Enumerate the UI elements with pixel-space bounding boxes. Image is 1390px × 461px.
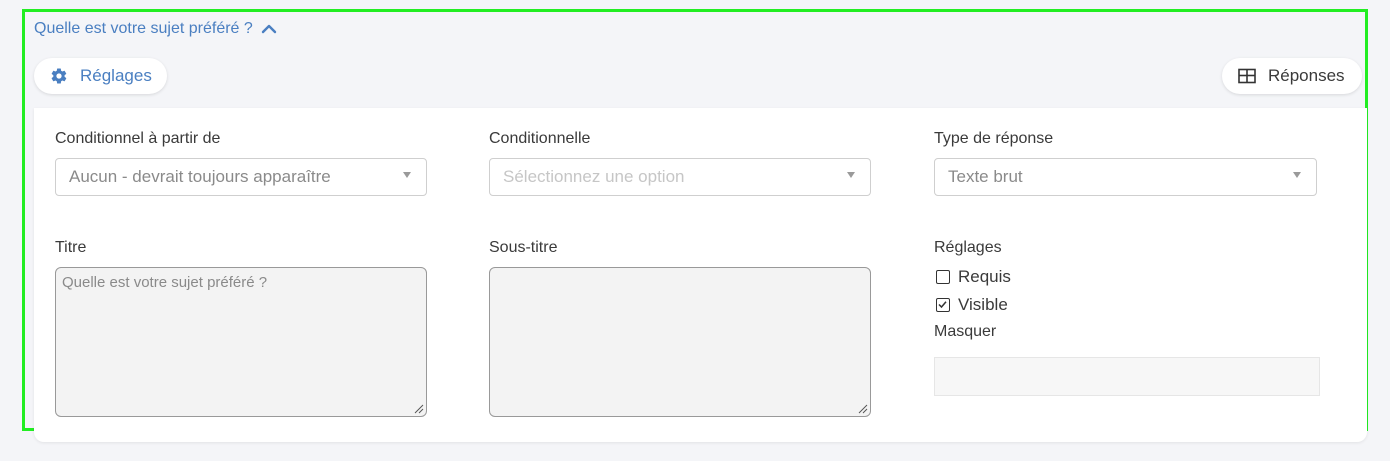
response-type-value: Texte brut	[948, 167, 1023, 186]
table-icon	[1238, 68, 1256, 84]
chevron-up-icon[interactable]	[261, 21, 277, 37]
settings-section-label: Réglages	[934, 239, 1002, 256]
conditional-from-label: Conditionnel à partir de	[55, 130, 221, 147]
response-type-label: Type de réponse	[934, 130, 1054, 147]
hide-label: Masquer	[934, 323, 997, 340]
response-type-select[interactable]: Texte brut	[934, 158, 1317, 196]
answers-button[interactable]: Réponses	[1222, 58, 1362, 94]
dropdown-arrow-icon	[847, 172, 855, 178]
answers-button-label: Réponses	[1268, 66, 1345, 85]
gear-icon	[50, 67, 68, 85]
resize-grip-icon[interactable]	[412, 402, 424, 414]
visible-label: Visible	[958, 295, 1008, 314]
subtitle-label: Sous-titre	[489, 239, 558, 256]
required-label: Requis	[958, 267, 1011, 286]
required-checkbox[interactable]	[936, 270, 950, 284]
settings-button-label: Réglages	[80, 66, 152, 85]
dropdown-arrow-icon	[1293, 172, 1301, 178]
visible-checkbox[interactable]	[936, 298, 950, 312]
question-header[interactable]: Quelle est votre sujet préféré ?	[34, 20, 277, 38]
checkmark-icon	[938, 301, 947, 309]
conditional-select[interactable]: Sélectionnez une option	[489, 158, 871, 196]
title-placeholder: Quelle est votre sujet préféré ?	[62, 274, 268, 291]
visible-checkbox-row[interactable]: Visible	[936, 295, 1008, 315]
dropdown-arrow-icon	[403, 172, 411, 178]
title-textarea[interactable]: Quelle est votre sujet préféré ?	[55, 267, 427, 417]
question-title[interactable]: Quelle est votre sujet préféré ?	[34, 20, 253, 38]
conditional-placeholder: Sélectionnez une option	[503, 167, 685, 186]
required-checkbox-row[interactable]: Requis	[936, 267, 1011, 287]
resize-grip-icon[interactable]	[856, 402, 868, 414]
conditional-from-value: Aucun - devrait toujours apparaître	[69, 167, 331, 186]
conditional-label: Conditionnelle	[489, 130, 591, 147]
hide-input[interactable]	[934, 357, 1320, 396]
title-label: Titre	[55, 239, 87, 256]
conditional-from-select[interactable]: Aucun - devrait toujours apparaître	[55, 158, 427, 196]
subtitle-textarea[interactable]	[489, 267, 871, 417]
settings-button[interactable]: Réglages	[34, 58, 167, 94]
